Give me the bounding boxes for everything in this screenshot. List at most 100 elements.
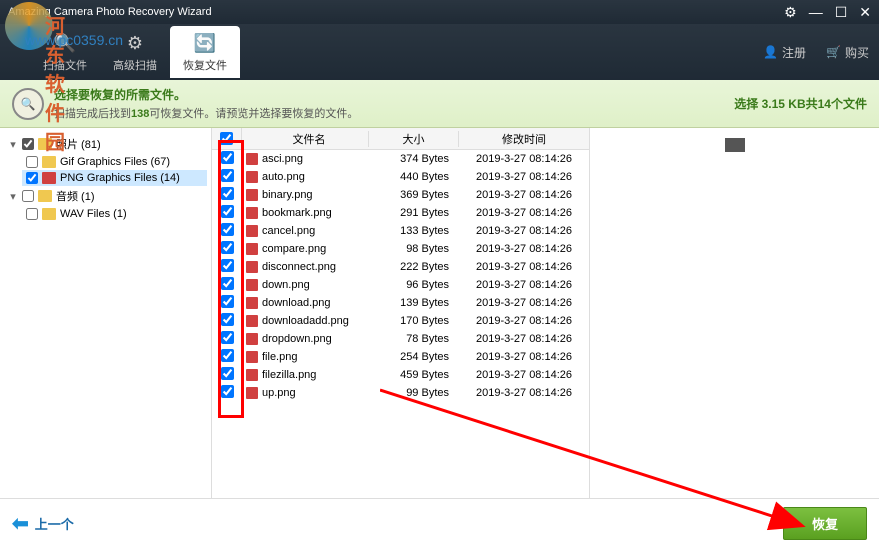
main-content: ▾ 照片 (81) Gif Graphics Files (67) PNG Gr… xyxy=(0,128,879,498)
row-checkbox[interactable] xyxy=(221,367,234,380)
file-date: 2019-3-27 08:14:26 xyxy=(459,225,589,237)
category-tree: ▾ 照片 (81) Gif Graphics Files (67) PNG Gr… xyxy=(0,128,212,498)
file-icon xyxy=(246,315,258,327)
row-checkbox[interactable] xyxy=(221,295,234,308)
table-row[interactable]: binary.png 369 Bytes 2019-3-27 08:14:26 xyxy=(212,186,589,204)
file-icon xyxy=(246,261,258,273)
tab-advanced-scan[interactable]: ⚙ 高级扫描 xyxy=(100,26,170,78)
search-result-icon: 🔍 xyxy=(12,88,44,120)
file-icon xyxy=(246,225,258,237)
table-row[interactable]: auto.png 440 Bytes 2019-3-27 08:14:26 xyxy=(212,168,589,186)
row-checkbox[interactable] xyxy=(221,187,234,200)
refresh-icon: 🔄 xyxy=(193,31,217,55)
preview-pane xyxy=(589,128,879,498)
file-date: 2019-3-27 08:14:26 xyxy=(459,369,589,381)
table-row[interactable]: bookmark.png 291 Bytes 2019-3-27 08:14:2… xyxy=(212,204,589,222)
row-checkbox[interactable] xyxy=(221,223,234,236)
table-row[interactable]: download.png 139 Bytes 2019-3-27 08:14:2… xyxy=(212,294,589,312)
row-checkbox[interactable] xyxy=(221,151,234,164)
header-check-all[interactable] xyxy=(212,128,242,149)
row-checkbox[interactable] xyxy=(221,313,234,326)
tree-item-png[interactable]: PNG Graphics Files (14) xyxy=(22,170,207,186)
file-icon xyxy=(246,171,258,183)
file-date: 2019-3-27 08:14:26 xyxy=(459,333,589,345)
selection-summary: 选择 3.15 KB共14个文件 xyxy=(734,95,867,112)
table-row[interactable]: cancel.png 133 Bytes 2019-3-27 08:14:26 xyxy=(212,222,589,240)
file-date: 2019-3-27 08:14:26 xyxy=(459,243,589,255)
header-size[interactable]: 大小 xyxy=(369,131,459,147)
tree-checkbox[interactable] xyxy=(26,156,38,168)
table-row[interactable]: dropdown.png 78 Bytes 2019-3-27 08:14:26 xyxy=(212,330,589,348)
file-rows: asci.png 374 Bytes 2019-3-27 08:14:26 au… xyxy=(212,150,589,498)
tree-item-photos[interactable]: ▾ 照片 (81) xyxy=(4,134,207,154)
header-date[interactable]: 修改时间 xyxy=(459,131,589,147)
file-icon xyxy=(246,279,258,291)
file-date: 2019-3-27 08:14:26 xyxy=(459,351,589,363)
tree-label: 音频 (1) xyxy=(56,188,95,204)
close-icon[interactable]: ✕ xyxy=(859,4,871,21)
maximize-icon[interactable]: ☐ xyxy=(835,4,848,21)
file-size: 78 Bytes xyxy=(369,333,459,345)
file-name: down.png xyxy=(262,279,310,291)
register-button[interactable]: 👤 注册 xyxy=(763,44,806,61)
row-checkbox[interactable] xyxy=(221,205,234,218)
file-size: 99 Bytes xyxy=(369,387,459,399)
file-date: 2019-3-27 08:14:26 xyxy=(459,279,589,291)
file-icon xyxy=(246,207,258,219)
tabs: 🔍 扫描文件 ⚙ 高级扫描 🔄 恢复文件 xyxy=(30,26,240,78)
file-name: up.png xyxy=(262,387,296,399)
table-row[interactable]: downloadadd.png 170 Bytes 2019-3-27 08:1… xyxy=(212,312,589,330)
tree-checkbox[interactable] xyxy=(22,190,34,202)
row-checkbox[interactable] xyxy=(221,331,234,344)
folder-icon xyxy=(42,172,56,184)
info-subtitle: 扫描完成后找到138可恢复文件。请预览并选择要恢复的文件。 xyxy=(54,105,734,121)
row-checkbox[interactable] xyxy=(221,169,234,182)
file-name: downloadadd.png xyxy=(262,315,349,327)
tree-item-gif[interactable]: Gif Graphics Files (67) xyxy=(22,154,207,170)
file-size: 222 Bytes xyxy=(369,261,459,273)
table-row[interactable]: filezilla.png 459 Bytes 2019-3-27 08:14:… xyxy=(212,366,589,384)
table-row[interactable]: down.png 96 Bytes 2019-3-27 08:14:26 xyxy=(212,276,589,294)
previous-button[interactable]: ⬅ 上一个 xyxy=(12,511,74,536)
file-name: disconnect.png xyxy=(262,261,336,273)
tab-label: 恢复文件 xyxy=(183,57,227,73)
settings-icon[interactable]: ⚙ xyxy=(784,4,797,21)
header-filename[interactable]: 文件名 xyxy=(242,131,369,147)
tree-checkbox[interactable] xyxy=(26,208,38,220)
row-checkbox[interactable] xyxy=(221,277,234,290)
arrow-left-icon: ⬅ xyxy=(12,511,29,536)
minimize-icon[interactable]: — xyxy=(809,4,823,21)
file-size: 369 Bytes xyxy=(369,189,459,201)
collapse-icon[interactable]: ▾ xyxy=(8,190,18,203)
row-checkbox[interactable] xyxy=(221,241,234,254)
recover-button[interactable]: 恢复 xyxy=(783,507,867,540)
table-row[interactable]: file.png 254 Bytes 2019-3-27 08:14:26 xyxy=(212,348,589,366)
file-size: 440 Bytes xyxy=(369,171,459,183)
row-checkbox[interactable] xyxy=(221,349,234,362)
tree-label: Gif Graphics Files (67) xyxy=(60,156,170,168)
file-date: 2019-3-27 08:14:26 xyxy=(459,297,589,309)
collapse-icon[interactable]: ▾ xyxy=(8,138,18,151)
window-title: Amazing Camera Photo Recovery Wizard xyxy=(8,6,784,18)
buy-button[interactable]: 🛒 购买 xyxy=(826,44,869,61)
table-row[interactable]: up.png 99 Bytes 2019-3-27 08:14:26 xyxy=(212,384,589,402)
user-icon: 👤 xyxy=(763,45,778,59)
tab-recover-files[interactable]: 🔄 恢复文件 xyxy=(170,26,240,78)
tree-item-wav[interactable]: WAV Files (1) xyxy=(22,206,207,222)
preview-placeholder-icon xyxy=(725,138,745,152)
tree-checkbox[interactable] xyxy=(26,172,38,184)
file-name: download.png xyxy=(262,297,331,309)
table-row[interactable]: disconnect.png 222 Bytes 2019-3-27 08:14… xyxy=(212,258,589,276)
table-row[interactable]: asci.png 374 Bytes 2019-3-27 08:14:26 xyxy=(212,150,589,168)
row-checkbox[interactable] xyxy=(221,259,234,272)
file-name: auto.png xyxy=(262,171,305,183)
row-checkbox[interactable] xyxy=(221,385,234,398)
table-row[interactable]: compare.png 98 Bytes 2019-3-27 08:14:26 xyxy=(212,240,589,258)
file-name: bookmark.png xyxy=(262,207,332,219)
file-date: 2019-3-27 08:14:26 xyxy=(459,207,589,219)
file-date: 2019-3-27 08:14:26 xyxy=(459,261,589,273)
tree-label: 照片 (81) xyxy=(56,136,101,152)
tab-scan-files[interactable]: 🔍 扫描文件 xyxy=(30,26,100,78)
tree-checkbox[interactable] xyxy=(22,138,34,150)
tree-item-audio[interactable]: ▾ 音频 (1) xyxy=(4,186,207,206)
